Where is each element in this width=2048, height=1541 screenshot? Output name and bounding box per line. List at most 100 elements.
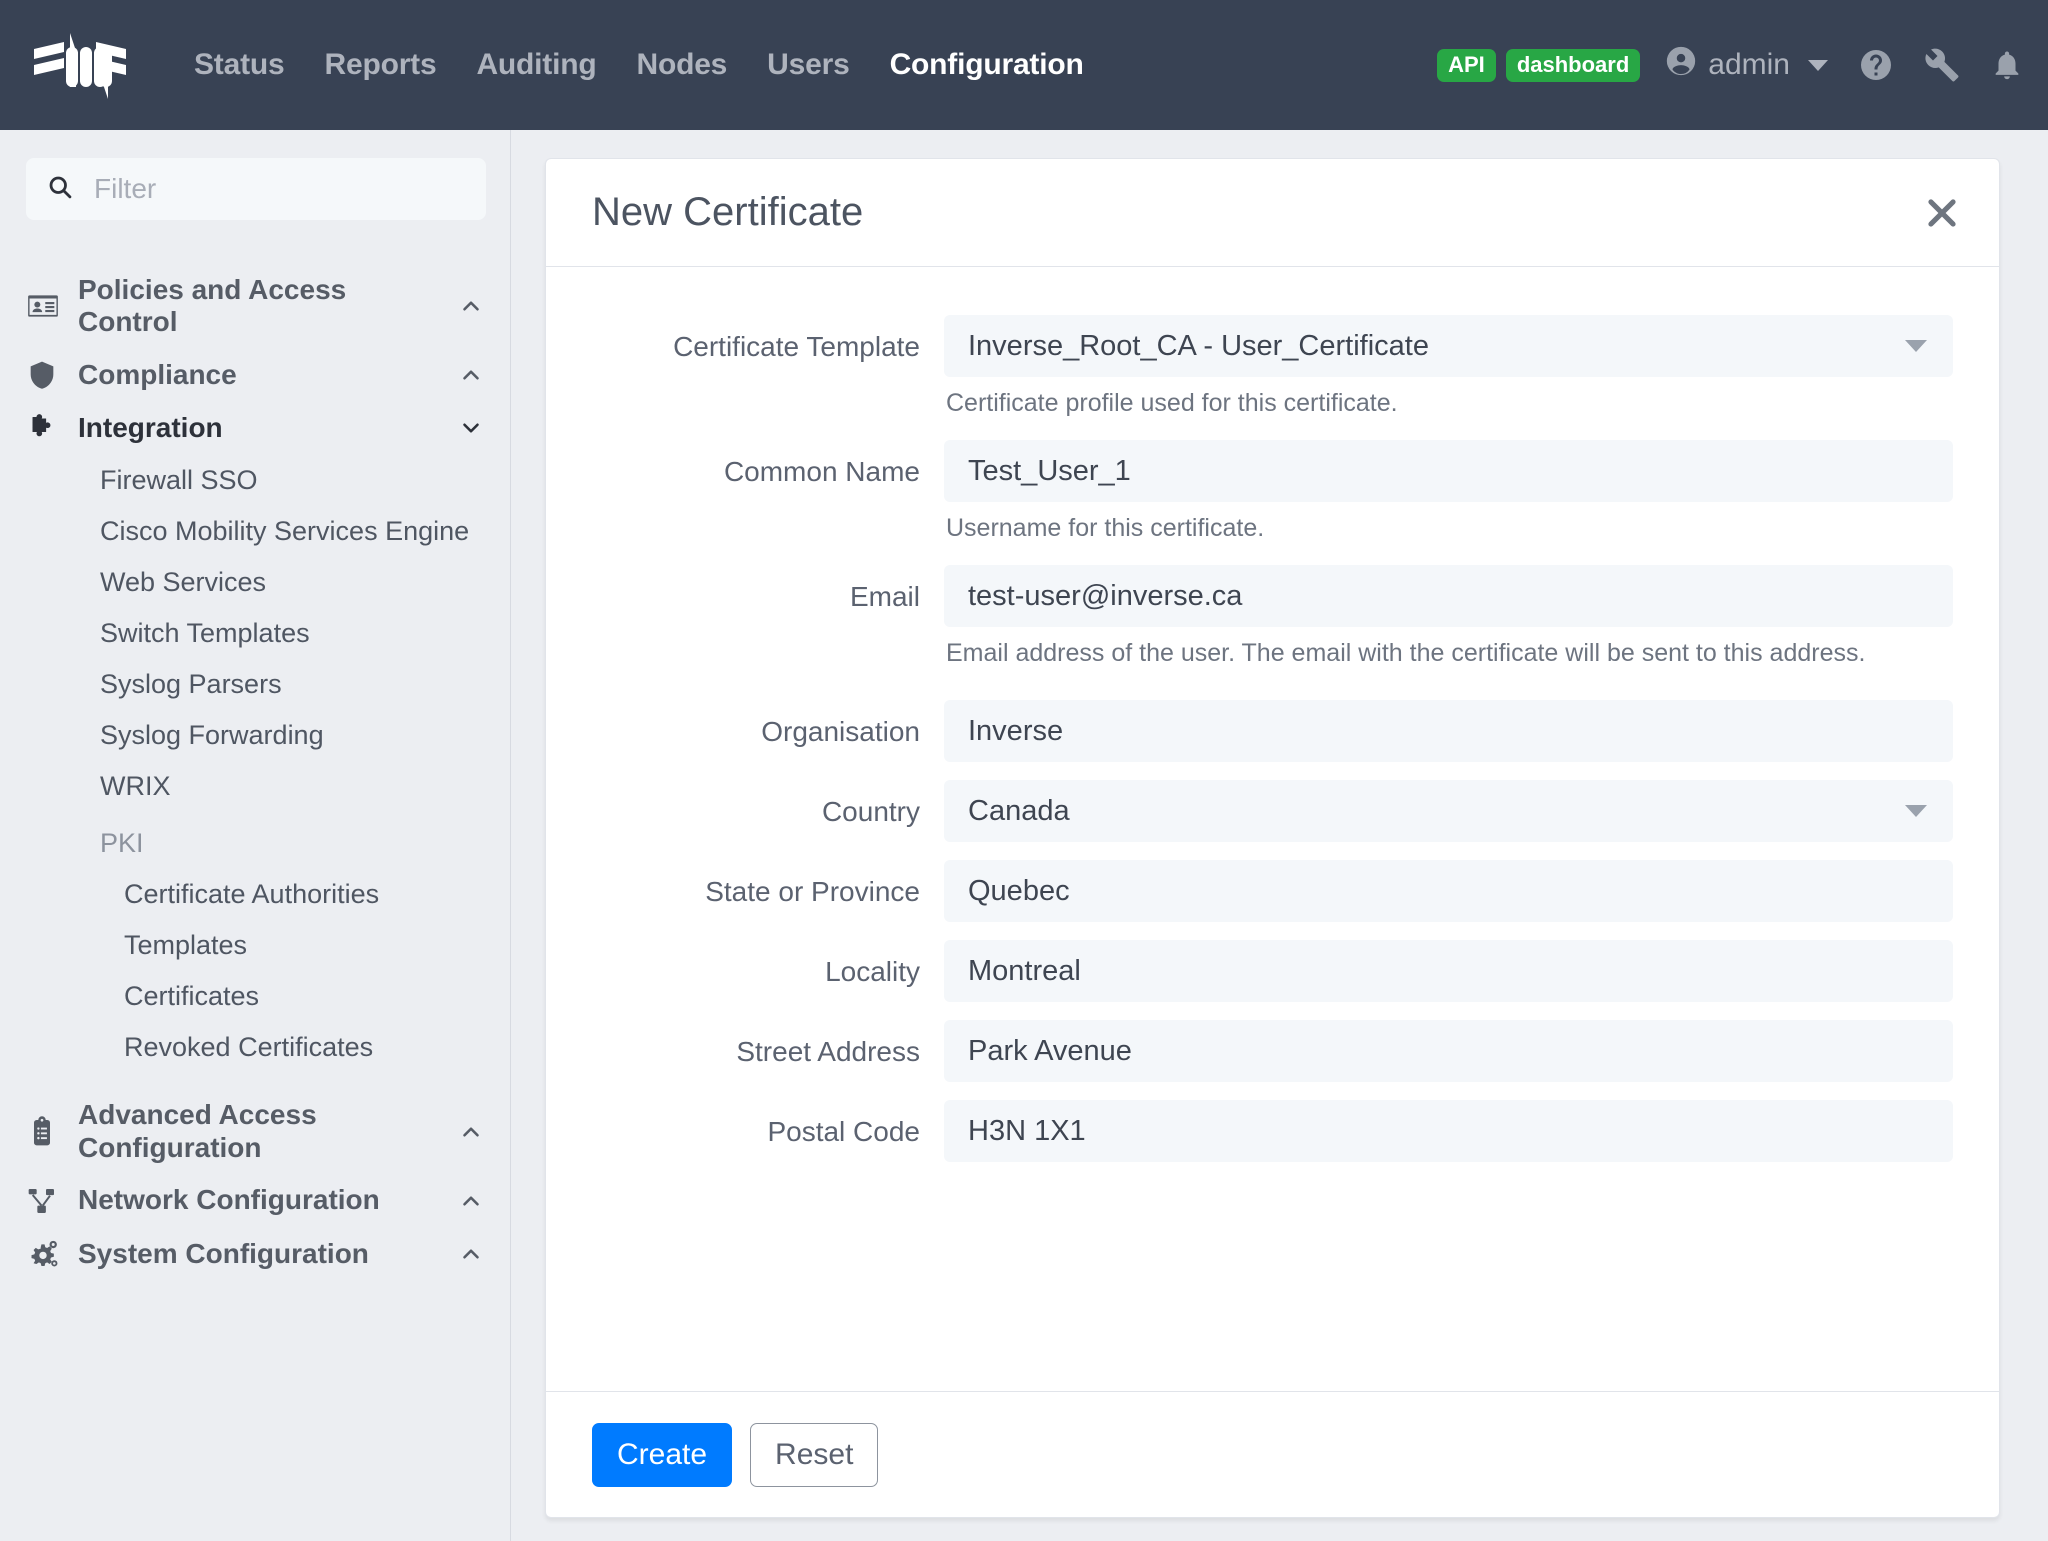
nav-link-status[interactable]: Status [174,48,305,82]
sidebar-group-system-configuration[interactable]: System Configuration [26,1227,486,1281]
sidebar-item-wrix[interactable]: WRIX [26,761,486,812]
chevron-up-icon [456,1119,486,1145]
form-row-postal-code: Postal Code H3N 1X1 [592,1100,1953,1162]
packetfence-logo-icon[interactable] [26,23,134,107]
field-help-text: Certificate profile used for this certif… [944,377,1953,422]
sidebar-item-syslog-forwarding[interactable]: Syslog Forwarding [26,710,486,761]
sidebar-group-policies-and-access-control[interactable]: Policies and Access Control [26,264,486,349]
field-value: Inverse [968,715,1063,748]
chevron-down-icon [1905,340,1927,352]
network-topology-icon [26,1185,70,1217]
chevron-up-icon [456,362,486,388]
field-value: Montreal [968,955,1081,988]
form-row-locality: Locality Montreal [592,940,1953,1002]
sidebar: Policies and Access Control Compliance [0,130,511,1541]
reset-button[interactable]: Reset [750,1423,878,1487]
nav-link-users[interactable]: Users [747,48,869,82]
sidebar-subheading-pki: PKI [26,812,486,869]
chevron-down-icon [456,415,486,441]
field-label: State or Province [592,860,944,908]
sidebar-group-network-configuration[interactable]: Network Configuration [26,1174,486,1226]
sidebar-group-compliance[interactable]: Compliance [26,349,486,401]
sidebar-group-label: Advanced Access Configuration [70,1099,456,1164]
nav-link-reports[interactable]: Reports [305,48,457,82]
postal-code-input[interactable]: H3N 1X1 [944,1100,1953,1162]
user-menu[interactable]: admin [1664,44,1828,86]
field-label: Street Address [592,1020,944,1068]
bell-icon[interactable] [1990,48,2024,82]
sidebar-group-label: Network Configuration [70,1184,456,1216]
form-row-common-name: Common Name Test_User_1 Username for thi… [592,440,1953,547]
form-row-state-or-province: State or Province Quebec [592,860,1953,922]
field-value: H3N 1X1 [968,1115,1086,1148]
form-spacer [592,690,1953,700]
navbar-right-cluster: API dashboard admin [1437,44,2024,86]
card-header: New Certificate [546,159,1999,267]
sidebar-group-label: Policies and Access Control [70,274,456,339]
sidebar-group-integration[interactable]: Integration [26,401,486,455]
puzzle-piece-icon [26,411,70,445]
api-status-badge: API [1437,49,1496,82]
field-help-text: Email address of the user. The email wit… [944,627,1953,672]
country-select[interactable]: Canada [944,780,1953,842]
email-input[interactable]: test-user@inverse.ca [944,565,1953,627]
field-value: Test_User_1 [968,455,1131,488]
field-label: Common Name [592,440,944,488]
primary-nav: Status Reports Auditing Nodes Users Conf… [174,48,1104,82]
nav-link-configuration[interactable]: Configuration [870,48,1104,82]
chevron-up-icon [456,293,486,319]
sidebar-item-certificates[interactable]: Certificates [26,971,486,1022]
chevron-down-icon [1905,805,1927,817]
close-icon[interactable] [1923,194,1961,232]
chevron-up-icon [456,1241,486,1267]
form-row-certificate-template: Certificate Template Inverse_Root_CA - U… [592,315,1953,422]
sidebar-group-label: Compliance [70,359,456,391]
sidebar-item-revoked-certificates[interactable]: Revoked Certificates [26,1022,486,1073]
street-address-input[interactable]: Park Avenue [944,1020,1953,1082]
form-row-organisation: Organisation Inverse [592,700,1953,762]
new-certificate-card: New Certificate Certificate Template Inv… [545,158,2000,1518]
page-title: New Certificate [592,190,863,235]
chevron-up-icon [456,1188,486,1214]
certificate-template-select[interactable]: Inverse_Root_CA - User_Certificate [944,315,1953,377]
field-value: test-user@inverse.ca [968,580,1242,613]
sidebar-item-firewall-sso[interactable]: Firewall SSO [26,455,486,506]
sidebar-filter[interactable] [26,158,486,220]
main-content: New Certificate Certificate Template Inv… [511,130,2048,1541]
search-icon [46,173,74,206]
sidebar-group-advanced-access-configuration[interactable]: Advanced Access Configuration [26,1089,486,1174]
field-value: Inverse_Root_CA - User_Certificate [968,330,1429,363]
dashboard-status-badge: dashboard [1506,49,1640,82]
shield-icon [26,359,70,391]
locality-input[interactable]: Montreal [944,940,1953,1002]
tools-icon[interactable] [1924,47,1960,83]
sidebar-item-templates[interactable]: Templates [26,920,486,971]
create-button[interactable]: Create [592,1423,732,1487]
field-value: Quebec [968,875,1070,908]
card-body: Certificate Template Inverse_Root_CA - U… [546,267,1999,1391]
nav-link-auditing[interactable]: Auditing [456,48,616,82]
search-input[interactable] [94,173,466,205]
sidebar-item-web-services[interactable]: Web Services [26,557,486,608]
card-footer: Create Reset [546,1391,1999,1517]
sidebar-item-cisco-mobility-services-engine[interactable]: Cisco Mobility Services Engine [26,506,486,557]
top-navbar: Status Reports Auditing Nodes Users Conf… [0,0,2048,130]
organisation-input[interactable]: Inverse [944,700,1953,762]
form-row-country: Country Canada [592,780,1953,842]
common-name-input[interactable]: Test_User_1 [944,440,1953,502]
field-label: Locality [592,940,944,988]
sidebar-group-label: Integration [70,412,456,444]
identification-card-icon [26,289,70,323]
sidebar-item-switch-templates[interactable]: Switch Templates [26,608,486,659]
field-label: Country [592,780,944,828]
sidebar-item-certificate-authorities[interactable]: Certificate Authorities [26,869,486,920]
field-help-text: Username for this certificate. [944,502,1953,547]
nav-link-nodes[interactable]: Nodes [616,48,747,82]
gears-icon [26,1237,70,1271]
help-circle-icon[interactable] [1858,47,1894,83]
sidebar-item-syslog-parsers[interactable]: Syslog Parsers [26,659,486,710]
user-menu-label: admin [1708,48,1790,82]
chevron-down-icon [1808,60,1828,71]
state-or-province-input[interactable]: Quebec [944,860,1953,922]
field-label: Postal Code [592,1100,944,1148]
